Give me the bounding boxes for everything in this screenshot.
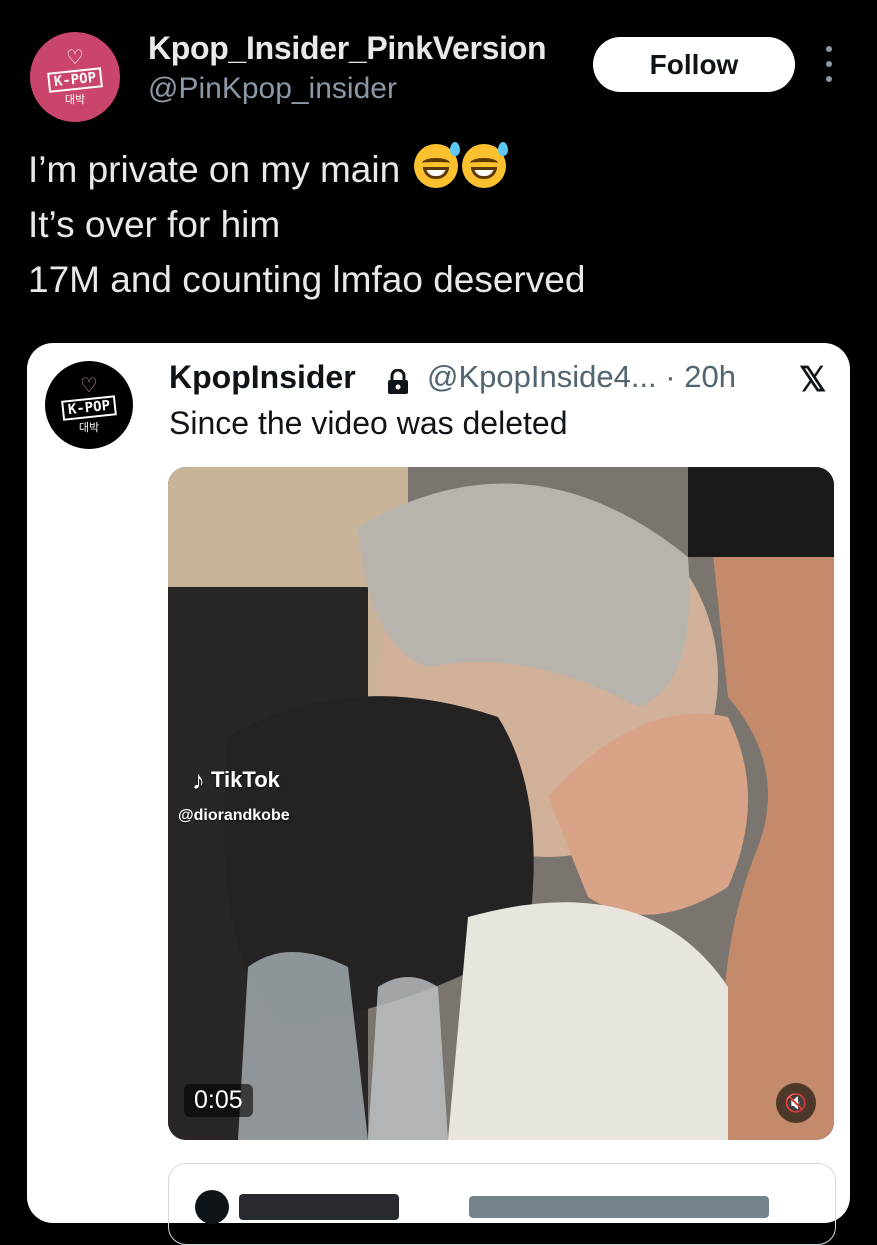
- heart-icon: ♡: [66, 46, 84, 69]
- speaker-muted-icon[interactable]: 🔇: [776, 1083, 816, 1123]
- post-line-2: It’s over for him: [28, 204, 281, 245]
- author-avatar[interactable]: ♡ K-POP 대박: [30, 32, 120, 122]
- quoted-author-avatar[interactable]: ♡ K-POP 대박: [45, 361, 133, 449]
- lock-icon: [388, 369, 408, 394]
- avatar-korean-text: 대박: [78, 420, 100, 434]
- x-logo-icon: 𝕏: [799, 361, 827, 399]
- nested-author-handle-placeholder: [469, 1196, 769, 1218]
- quoted-author-handle-time: @KpopInside4... · 20h: [427, 359, 736, 394]
- author-handle[interactable]: @PinKpop_insider: [148, 72, 397, 106]
- quoted-tweet-text: Since the video was deleted: [169, 405, 568, 441]
- grinning-sweat-emoji: [462, 142, 509, 188]
- quoted-tweet-card[interactable]: ♡ K-POP 대박 KpopInsider @KpopInside4... ·…: [27, 343, 850, 1245]
- avatar-korean-text: 대박: [64, 92, 86, 106]
- nested-avatar: [195, 1190, 229, 1224]
- avatar-badge-text: K-POP: [47, 66, 103, 93]
- more-vertical-icon[interactable]: [822, 46, 836, 82]
- follow-button[interactable]: Follow: [593, 37, 795, 92]
- avatar-badge-text: K-POP: [61, 394, 117, 421]
- tiktok-brand: TikTok: [211, 767, 280, 792]
- video-player[interactable]: ♪ TikTok @diorandkobe 0:05 🔇: [168, 467, 834, 1140]
- nested-quoted-tweet[interactable]: [168, 1163, 836, 1245]
- post-text: I’m private on my main It’s over for him…: [28, 142, 585, 307]
- tiktok-icon: ♪: [192, 765, 205, 795]
- video-duration: 0:05: [184, 1084, 253, 1117]
- post-line-1-text: I’m private on my main: [28, 149, 401, 190]
- heart-icon: ♡: [80, 374, 98, 397]
- tiktok-username: @diorandkobe: [178, 807, 290, 824]
- nested-author-name-placeholder: [239, 1194, 399, 1220]
- quoted-author-name[interactable]: KpopInsider: [169, 359, 356, 396]
- post-line-1: I’m private on my main: [28, 142, 585, 197]
- tiktok-watermark: ♪ TikTok: [192, 767, 280, 793]
- post-line-3: 17M and counting lmfao deserved: [28, 259, 586, 300]
- video-frame: [168, 467, 834, 1140]
- grinning-sweat-emoji: [414, 142, 461, 188]
- author-name[interactable]: Kpop_Insider_PinkVersion: [148, 30, 547, 67]
